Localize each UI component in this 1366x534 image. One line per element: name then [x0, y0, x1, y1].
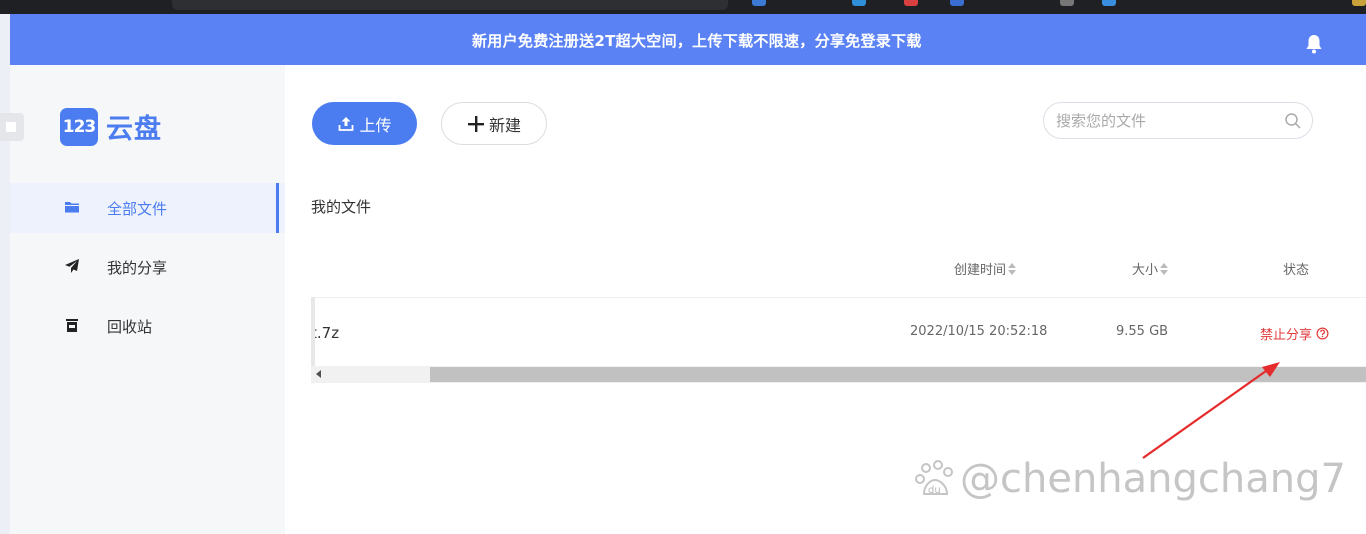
horizontal-scrollbar[interactable] [311, 366, 1366, 383]
window-edge [0, 14, 10, 534]
sidebar-item-all-files[interactable]: 全部文件 [10, 183, 285, 233]
sidebar-collapse-button[interactable] [0, 113, 24, 141]
extension-icon[interactable] [904, 0, 918, 6]
file-created: 2022/10/15 20:52:18 [910, 324, 1048, 339]
sidebar-item-my-shares[interactable]: 我的分享 [10, 242, 285, 292]
search-icon[interactable] [1284, 112, 1302, 130]
column-header-label: 大小 [1132, 263, 1159, 278]
sidebar-item-label: 全部文件 [107, 199, 168, 218]
logo-name: 云盘 [106, 114, 162, 145]
sort-icon [1160, 262, 1169, 275]
scrollbar-thumb[interactable] [430, 367, 1366, 382]
sort-icon [1008, 262, 1017, 275]
extension-icon[interactable] [852, 0, 866, 6]
plus-icon [467, 115, 484, 132]
folder-icon [65, 202, 79, 213]
extension-icon[interactable] [752, 0, 766, 6]
upload-icon [339, 116, 354, 131]
scroll-left-arrow-icon[interactable] [316, 370, 321, 378]
search-box [1043, 102, 1313, 139]
baidu-paw-icon: du [915, 460, 953, 496]
column-header-created[interactable]: 创建时间 [954, 259, 1017, 278]
promo-banner: 新用户免费注册送2T超大空间，上传下载不限速，分享免登录下载 [10, 14, 1366, 65]
page-title: 我的文件 [311, 198, 372, 216]
svg-text:du: du [928, 485, 941, 496]
upload-button[interactable]: 上传 [312, 102, 417, 145]
column-header-status: 状态 [1283, 259, 1309, 278]
extension-icon[interactable] [1102, 0, 1116, 6]
promo-banner-text: 新用户免费注册送2T超大空间，上传下载不限速，分享免登录下载 [472, 32, 922, 50]
browser-chrome [0, 0, 1366, 14]
send-icon [65, 259, 79, 273]
watermark-text: @chenhangchang7 [960, 456, 1346, 502]
sidebar: 123 云盘 全部文件 我的分享 回收站 [0, 65, 285, 534]
app-logo[interactable]: 123 云盘 [60, 107, 162, 146]
column-header-label: 状态 [1283, 263, 1310, 278]
bell-icon[interactable] [1302, 32, 1326, 56]
file-name[interactable]: t.7z [311, 324, 339, 342]
sidebar-item-label: 回收站 [107, 317, 153, 336]
search-input[interactable] [1056, 111, 1276, 131]
status-badge: 禁止分享 [1260, 324, 1329, 343]
extension-icon[interactable] [1060, 0, 1074, 6]
trash-icon [66, 319, 78, 332]
browser-address-bar[interactable] [172, 0, 728, 10]
sidebar-item-label: 我的分享 [107, 258, 168, 277]
table-row[interactable]: t.7z 2022/10/15 20:52:18 9.55 GB 禁止分享 [311, 297, 1366, 366]
logo-mark: 123 [60, 107, 98, 146]
new-button[interactable]: 新建 [441, 102, 547, 145]
sidebar-item-recycle-bin[interactable]: 回收站 [10, 301, 285, 351]
file-size: 9.55 GB [1116, 324, 1169, 339]
column-header-size[interactable]: 大小 [1132, 259, 1169, 278]
watermark: du @chenhangchang7 [914, 456, 1346, 502]
help-icon[interactable] [1316, 327, 1329, 340]
status-label: 禁止分享 [1260, 328, 1313, 343]
upload-button-label: 上传 [359, 117, 392, 135]
column-header-label: 创建时间 [954, 263, 1007, 278]
profile-avatar[interactable] [1352, 0, 1366, 6]
extension-icon[interactable] [950, 0, 964, 6]
new-button-label: 新建 [488, 117, 521, 135]
